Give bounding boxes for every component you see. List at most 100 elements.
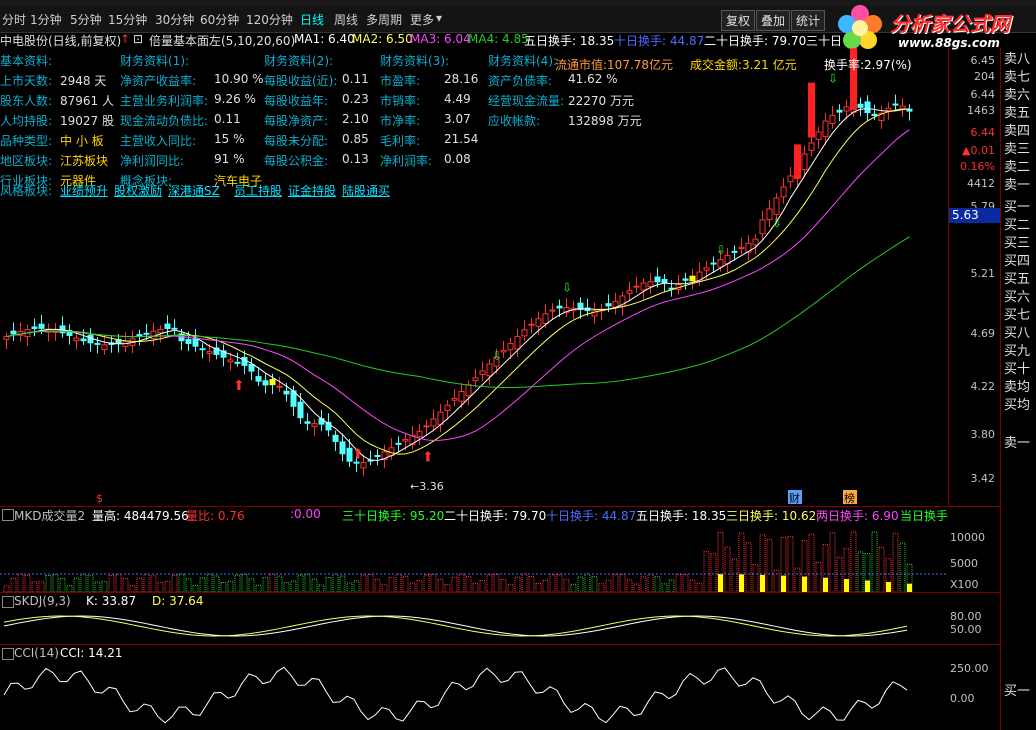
cci-indicator-name[interactable]: CCI(14) xyxy=(14,646,59,660)
volume-bar xyxy=(164,580,171,592)
panel-toggle-icon[interactable] xyxy=(2,596,14,608)
volume-bar xyxy=(318,584,325,592)
volume-bar xyxy=(381,584,388,592)
volume-bar xyxy=(724,546,731,592)
dividend-marker-icon[interactable]: $ xyxy=(96,492,103,505)
adjust-button[interactable]: 复权 xyxy=(721,10,756,31)
candle xyxy=(192,337,199,347)
indicator-name[interactable]: 倍量基本面左(5,10,20,60) xyxy=(149,32,295,49)
tab-5min[interactable]: 5分钟 xyxy=(70,11,102,28)
fund-label: 市盈率: xyxy=(380,74,421,88)
tab-30min[interactable]: 30分钟 xyxy=(155,11,194,28)
volume-bar xyxy=(584,573,591,592)
volume-bar xyxy=(612,574,619,592)
volume-bar xyxy=(899,542,906,592)
volume-bar xyxy=(150,575,157,592)
volume-bar xyxy=(815,562,822,592)
panel-toggle-icon[interactable] xyxy=(2,648,14,660)
fund-value: 28.16 xyxy=(444,72,479,86)
style-tag[interactable]: 股权激励 xyxy=(114,182,162,199)
tab-more[interactable]: 更多 xyxy=(410,11,434,28)
fund-label: 财务资料(2): xyxy=(264,54,334,68)
fund-value: 中 小 板 xyxy=(60,134,104,148)
order-book-label: 卖二 xyxy=(1004,160,1031,175)
arrow-up-icon: ↑ xyxy=(120,32,131,46)
volume-bar xyxy=(570,583,577,592)
order-book-label: 买六 xyxy=(1004,290,1031,305)
volume-bar xyxy=(598,583,605,592)
event-marker[interactable]: 榜 xyxy=(844,491,855,505)
fund-label: 市销率: xyxy=(380,94,421,108)
volume-bar xyxy=(444,584,451,592)
event-marker[interactable]: 财 xyxy=(789,491,800,505)
volume-bar xyxy=(402,575,409,592)
order-book-column: 卖八 卖七 卖六 卖五 卖四 卖三 卖二 卖一 买一 买二 买三 买四 买五 买六 买七 买八 买九 买十 卖均 买均… xyxy=(1000,48,1036,730)
stats-button[interactable]: 统计 xyxy=(791,10,826,31)
volume-bar xyxy=(472,582,479,592)
volume-bar xyxy=(507,583,514,592)
candle xyxy=(444,404,451,412)
overlay-button[interactable]: 叠加 xyxy=(756,10,791,31)
signal-arrow-icon: ⇩ xyxy=(716,243,726,257)
fund-value: 41.62 % xyxy=(568,72,618,86)
order-book-label: 卖四 xyxy=(1004,124,1031,139)
style-tag[interactable]: 陆股通买 xyxy=(342,182,390,199)
lock-icon: ⊡ xyxy=(133,32,144,46)
axis-side-value: 1463 xyxy=(967,104,995,117)
volume-bar xyxy=(549,574,556,592)
tab-120min[interactable]: 120分钟 xyxy=(246,11,293,28)
volume-highlight-bar xyxy=(802,576,807,592)
candle xyxy=(689,275,696,282)
kdj-indicator-name[interactable]: SKDJ(9,3) xyxy=(14,594,71,608)
tab-60min[interactable]: 60分钟 xyxy=(200,11,239,28)
volume-bar xyxy=(479,580,486,592)
candle xyxy=(458,391,465,402)
fund-value: 4.49 xyxy=(444,92,471,106)
order-book-label: 买一 xyxy=(1004,684,1031,699)
signal-arrow-icon: ⇩ xyxy=(492,349,502,363)
fund-label: 资产负债率: xyxy=(488,74,553,88)
candle xyxy=(185,339,192,344)
volume-bar xyxy=(430,573,437,592)
tab-1min[interactable]: 1分钟 xyxy=(30,11,62,28)
volume-bar xyxy=(248,578,255,592)
order-book-label: 买均 xyxy=(1004,398,1031,413)
chevron-down-icon[interactable]: ▾ xyxy=(436,11,442,25)
volume-bar xyxy=(213,575,220,592)
style-tag[interactable]: 业绩预升 xyxy=(60,182,108,199)
volume-bar xyxy=(157,581,164,592)
volume-bar xyxy=(710,553,717,592)
axis-side-value: 4412 xyxy=(967,177,995,190)
fund-value: 15 % xyxy=(214,132,245,146)
style-tag[interactable]: 证金持股 xyxy=(288,182,336,199)
fund-label: 应收帐款: xyxy=(488,114,541,128)
style-tag[interactable]: 员工持股 xyxy=(234,182,282,199)
candle xyxy=(157,328,164,334)
panel-toggle-icon[interactable] xyxy=(2,509,14,521)
fund-label: 每股公积金: xyxy=(264,154,329,168)
cci-chart[interactable] xyxy=(0,660,948,730)
candle xyxy=(332,434,339,442)
tab-multi-period[interactable]: 多周期 xyxy=(366,11,402,28)
volume-bar xyxy=(297,574,304,592)
candle xyxy=(31,326,38,330)
fund-label: 股东人数: xyxy=(0,94,53,108)
volume-bar xyxy=(192,584,199,592)
tab-daily[interactable]: 日线 xyxy=(300,11,324,28)
volume-bar xyxy=(220,582,227,592)
candle xyxy=(241,356,248,366)
candle xyxy=(360,461,367,469)
kdj-chart[interactable] xyxy=(0,608,948,644)
candle xyxy=(3,336,10,340)
candle xyxy=(535,318,542,327)
tab-minute[interactable]: 分时 xyxy=(2,11,26,28)
tab-15min[interactable]: 15分钟 xyxy=(108,11,147,28)
candle xyxy=(465,384,472,397)
style-tag[interactable]: 深港通SZ xyxy=(168,182,220,199)
buy-arrow-icon: ⬆ xyxy=(352,447,364,463)
volume-chart[interactable] xyxy=(0,522,948,592)
order-book-label: 买七 xyxy=(1004,308,1031,323)
volume-bar xyxy=(486,574,493,592)
tab-weekly[interactable]: 周线 xyxy=(334,11,358,28)
order-book-label: 卖一 xyxy=(1004,178,1031,193)
